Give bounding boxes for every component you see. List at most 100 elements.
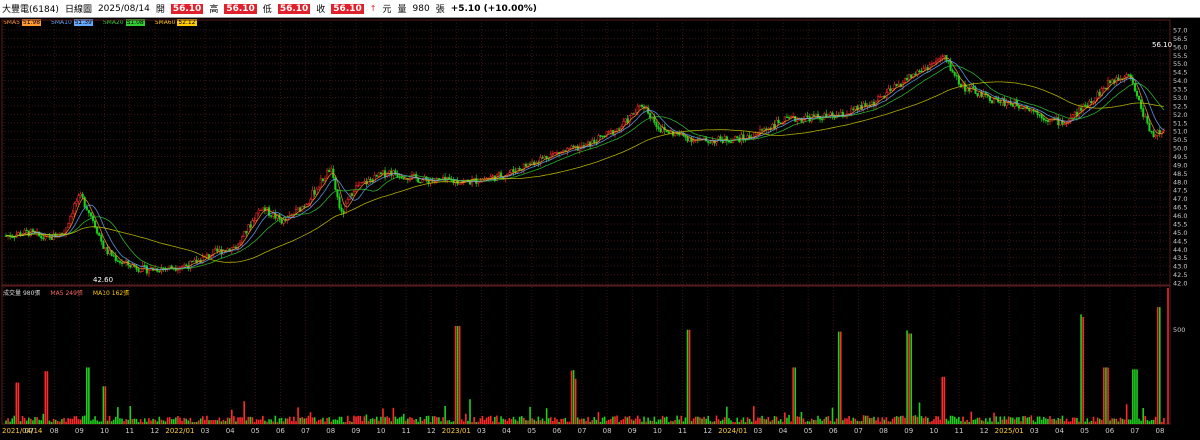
volume-bar [902, 415, 904, 424]
volume-bar [438, 417, 440, 424]
price-tick-label: 54.0 [1173, 77, 1187, 85]
volume-bar [570, 370, 573, 424]
volume-bar [303, 418, 306, 424]
volume-bar [715, 415, 718, 424]
candle-body [359, 182, 362, 186]
volume-bar [993, 412, 995, 424]
volume-bar [63, 417, 65, 424]
volume-bar [237, 417, 239, 424]
candle-body [812, 114, 815, 117]
candle-body [183, 264, 186, 267]
candle-body [253, 219, 256, 222]
candle-body [71, 213, 74, 218]
candle-body [1073, 111, 1076, 116]
volume-bar [734, 422, 736, 424]
volume-bar [79, 419, 82, 424]
candle-body [98, 233, 101, 236]
candle-body [593, 139, 596, 143]
volume-bar [823, 418, 826, 424]
candle-body [974, 87, 977, 94]
volume-bar [643, 416, 645, 424]
candle-body [346, 199, 349, 204]
x-tick-label: 05 [527, 427, 536, 435]
volume-bar [748, 418, 751, 424]
volume-bar [382, 408, 384, 424]
volume-bar [964, 421, 966, 424]
volume-bar [42, 413, 45, 424]
candle-body [686, 136, 689, 142]
volume-bar [630, 419, 633, 424]
volume-bar [761, 415, 763, 424]
volume-bar [123, 421, 125, 424]
volume-bar [1071, 417, 1074, 424]
volume-bar [918, 402, 921, 424]
x-tick-label: 06 [829, 427, 838, 435]
volume-bar [479, 418, 482, 424]
price-tick-label: 45.5 [1173, 220, 1187, 228]
candle-body [924, 67, 927, 69]
volume-bar [114, 416, 117, 424]
volume-bar [620, 420, 623, 424]
candle-body [106, 247, 109, 254]
candle-body [249, 224, 252, 228]
candle-body [512, 169, 515, 172]
candle-body [825, 113, 828, 117]
candle-body [497, 172, 501, 175]
candle-body [241, 236, 244, 244]
volume-bar [1028, 417, 1031, 424]
volume-bar [210, 420, 212, 424]
volume-bar [13, 415, 16, 424]
candle-body [951, 70, 954, 73]
volume-bar [373, 419, 376, 424]
x-tick-label: 10 [100, 427, 109, 435]
volume-bar [773, 416, 776, 424]
candle-body [653, 116, 656, 123]
volume-bar [1032, 420, 1035, 424]
volume-bar [813, 419, 815, 424]
volume-bar [402, 413, 405, 424]
volume-bar [763, 418, 765, 424]
volume-bar [19, 421, 22, 424]
candlestick-chart[interactable]: 2021/04/1407 08 09 10 11 12 2022/01 03 04 05 06 07 0… [0, 0, 1200, 440]
candle-body [1133, 83, 1136, 92]
volume-bar [77, 419, 80, 424]
volume-bar [771, 419, 774, 424]
volume-bar [1146, 420, 1149, 424]
candle-body [1080, 107, 1083, 111]
candle-body [270, 215, 273, 217]
price-tick-label: 47.5 [1173, 187, 1187, 195]
candle-body [1044, 119, 1047, 121]
volume-bar [52, 418, 55, 424]
candle-body [630, 113, 633, 116]
candle-body [1142, 108, 1145, 117]
candle-body [1090, 101, 1093, 103]
volume-bar [390, 421, 393, 424]
candle-body [580, 145, 583, 148]
x-tick-label: 06 [276, 427, 285, 435]
candle-body [640, 104, 643, 107]
volume-bar [278, 418, 281, 424]
candle-body [73, 203, 76, 214]
x-tick-label: 08 [326, 427, 335, 435]
candle-body [570, 145, 573, 149]
volume-bar [272, 421, 275, 424]
volume-bar [976, 417, 979, 424]
volume-bar [595, 419, 598, 424]
candle-body [707, 140, 710, 143]
volume-bar [181, 420, 183, 424]
candle-body [400, 176, 403, 179]
volume-bar [970, 411, 973, 424]
volume-bar [1134, 369, 1136, 424]
volume-bar [784, 412, 786, 424]
candle-body [510, 169, 513, 174]
volume-bar [1088, 422, 1091, 424]
volume-bar [369, 419, 372, 424]
candle-body [261, 207, 264, 211]
volume-bar [481, 415, 484, 424]
candle-body [355, 185, 358, 192]
price-tick-label: 50.0 [1173, 145, 1187, 153]
volume-bar [431, 416, 434, 424]
candle-body [137, 268, 140, 272]
volume-bar [59, 421, 61, 424]
volume-bar [336, 419, 339, 424]
